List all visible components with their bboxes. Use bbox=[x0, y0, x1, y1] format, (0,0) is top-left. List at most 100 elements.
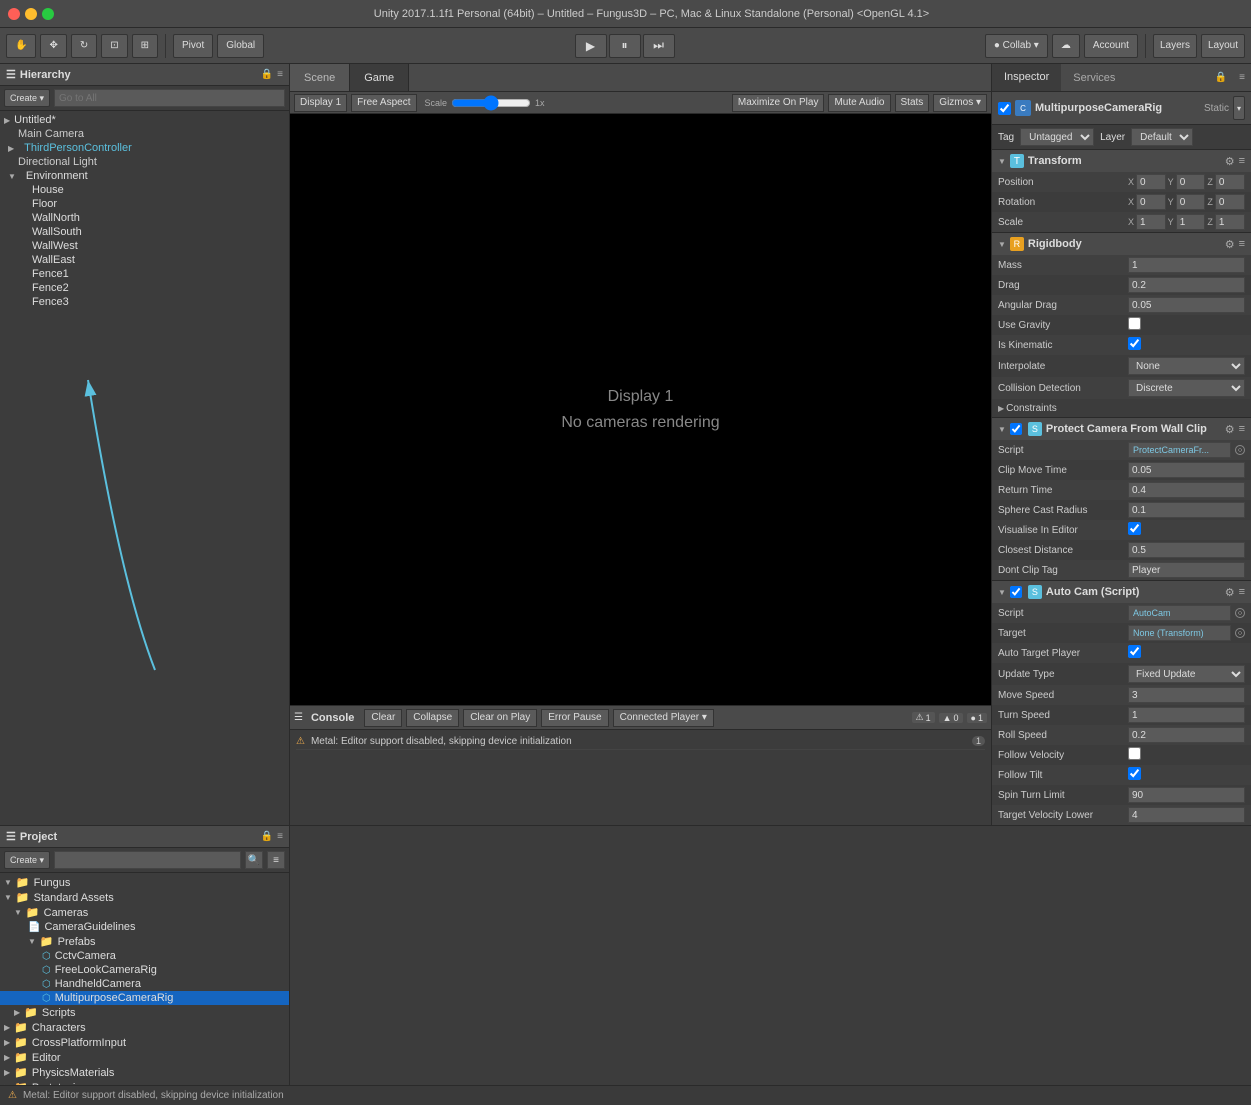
layers-dropdown[interactable]: Layers bbox=[1153, 34, 1197, 58]
project-item-characters[interactable]: ▶ 📁 Characters bbox=[0, 1020, 289, 1035]
pc-settings-icon[interactable]: ⚙ bbox=[1225, 423, 1235, 436]
hierarchy-item-fence2[interactable]: Fence2 bbox=[0, 281, 289, 295]
project-item-cameras[interactable]: ▼ 📁 Cameras bbox=[0, 905, 289, 920]
visualise-editor-checkbox[interactable] bbox=[1128, 522, 1141, 535]
project-lock-button[interactable]: 🔒 bbox=[261, 831, 273, 842]
hierarchy-lock-button[interactable]: 🔒 bbox=[261, 69, 273, 80]
hierarchy-menu-button[interactable]: ≡ bbox=[277, 69, 283, 80]
rigidbody-header[interactable]: ▼ R Rigidbody ⚙ ≡ bbox=[992, 233, 1251, 255]
collab-button[interactable]: ● Collab ▾ bbox=[985, 34, 1048, 58]
project-item-freelook[interactable]: ⬡ FreeLookCameraRig bbox=[0, 963, 289, 977]
console-connected-player-button[interactable]: Connected Player ▾ bbox=[613, 709, 714, 727]
project-options-button[interactable]: ≡ bbox=[267, 851, 285, 869]
scale-slider[interactable] bbox=[451, 98, 531, 108]
rotation-x-input[interactable] bbox=[1136, 194, 1166, 210]
pc-script-circle[interactable]: ○ bbox=[1235, 445, 1245, 455]
position-y-input[interactable] bbox=[1176, 174, 1206, 190]
static-dropdown[interactable]: ▾ bbox=[1233, 96, 1245, 120]
project-menu-button[interactable]: ≡ bbox=[277, 831, 283, 842]
roll-speed-input[interactable] bbox=[1128, 727, 1245, 743]
play-button[interactable]: ▶ bbox=[575, 34, 607, 58]
pivot-button[interactable]: Pivot bbox=[173, 34, 213, 58]
object-enabled-checkbox[interactable] bbox=[998, 102, 1011, 115]
project-item-cctv[interactable]: ⬡ CctvCamera bbox=[0, 949, 289, 963]
hierarchy-search-input[interactable] bbox=[54, 89, 285, 107]
transform-more-icon[interactable]: ≡ bbox=[1239, 155, 1245, 167]
pause-button[interactable]: ⏸ bbox=[609, 34, 641, 58]
spin-turn-limit-input[interactable] bbox=[1128, 787, 1245, 803]
mass-input[interactable] bbox=[1128, 257, 1245, 273]
hierarchy-item-untitled[interactable]: ▶ Untitled* bbox=[0, 113, 289, 127]
tab-game[interactable]: Game bbox=[350, 64, 409, 91]
constraints-row[interactable]: ▶ Constraints bbox=[992, 399, 1251, 417]
console-collapse-button[interactable]: Collapse bbox=[406, 709, 459, 727]
hierarchy-item-wall-north[interactable]: WallNorth bbox=[0, 211, 289, 225]
scale-z-input[interactable] bbox=[1215, 214, 1245, 230]
project-item-handheld[interactable]: ⬡ HandheldCamera bbox=[0, 977, 289, 991]
inspector-menu-button[interactable]: ≡ bbox=[1233, 64, 1251, 91]
tab-scene[interactable]: Scene bbox=[290, 64, 350, 91]
global-button[interactable]: Global bbox=[217, 34, 264, 58]
maximize-on-play-button[interactable]: Maximize On Play bbox=[732, 94, 825, 112]
console-error-pause-button[interactable]: Error Pause bbox=[541, 709, 608, 727]
rect-tool-button[interactable]: ⊞ bbox=[132, 34, 158, 58]
pc-more-icon[interactable]: ≡ bbox=[1239, 423, 1245, 435]
console-clear-on-play-button[interactable]: Clear on Play bbox=[463, 709, 537, 727]
project-item-fungus[interactable]: ▼ 📁 Fungus bbox=[0, 875, 289, 890]
scale-x-input[interactable] bbox=[1136, 214, 1166, 230]
ac-script-circle[interactable]: ○ bbox=[1235, 608, 1245, 618]
project-item-prefabs[interactable]: ▼ 📁 Prefabs bbox=[0, 934, 289, 949]
auto-cam-enabled[interactable] bbox=[1010, 586, 1022, 598]
rotation-y-input[interactable] bbox=[1176, 194, 1206, 210]
scale-tool-button[interactable]: ⊡ bbox=[101, 34, 127, 58]
project-item-physics[interactable]: ▶ 📁 PhysicsMaterials bbox=[0, 1065, 289, 1080]
move-tool-button[interactable]: ✥ bbox=[40, 34, 66, 58]
project-item-prototyping[interactable]: ▶ 📁 Prototyping bbox=[0, 1080, 289, 1085]
position-x-input[interactable] bbox=[1136, 174, 1166, 190]
project-create-button[interactable]: Create ▾ bbox=[4, 851, 50, 869]
hierarchy-item-floor[interactable]: Floor bbox=[0, 197, 289, 211]
project-search-input[interactable] bbox=[54, 851, 241, 869]
hierarchy-item-wall-south[interactable]: WallSouth bbox=[0, 225, 289, 239]
aspect-dropdown[interactable]: Free Aspect bbox=[351, 94, 416, 112]
hierarchy-item-environment[interactable]: ▼ Environment bbox=[0, 169, 289, 183]
follow-velocity-checkbox[interactable] bbox=[1128, 747, 1141, 760]
auto-cam-header[interactable]: ▼ S Auto Cam (Script) ⚙ ≡ bbox=[992, 581, 1251, 603]
layer-dropdown[interactable]: Default bbox=[1131, 128, 1193, 146]
transform-header[interactable]: ▼ T Transform ⚙ ≡ bbox=[992, 150, 1251, 172]
hierarchy-item-house[interactable]: House bbox=[0, 183, 289, 197]
hierarchy-item-dir-light[interactable]: Directional Light bbox=[0, 155, 289, 169]
project-item-cross-platform[interactable]: ▶ 📁 CrossPlatformInput bbox=[0, 1035, 289, 1050]
project-item-editor[interactable]: ▶ 📁 Editor bbox=[0, 1050, 289, 1065]
tab-services[interactable]: Services bbox=[1061, 64, 1127, 91]
account-button[interactable]: Account bbox=[1084, 34, 1138, 58]
stats-button[interactable]: Stats bbox=[895, 94, 930, 112]
rotation-z-input[interactable] bbox=[1215, 194, 1245, 210]
tab-inspector[interactable]: Inspector bbox=[992, 64, 1061, 91]
rb-settings-icon[interactable]: ⚙ bbox=[1225, 238, 1235, 251]
project-item-multipurpose[interactable]: ⬡ MultipurposeCameraRig bbox=[0, 991, 289, 1005]
mute-audio-button[interactable]: Mute Audio bbox=[828, 94, 890, 112]
project-item-scripts[interactable]: ▶ 📁 Scripts bbox=[0, 1005, 289, 1020]
display-dropdown[interactable]: Display 1 bbox=[294, 94, 347, 112]
ac-settings-icon[interactable]: ⚙ bbox=[1225, 586, 1235, 599]
rotate-tool-button[interactable]: ↻ bbox=[71, 34, 97, 58]
move-speed-input[interactable] bbox=[1128, 687, 1245, 703]
return-time-input[interactable] bbox=[1128, 482, 1245, 498]
hierarchy-create-button[interactable]: Create ▾ bbox=[4, 89, 50, 107]
project-item-camera-guidelines[interactable]: 📄 CameraGuidelines bbox=[0, 920, 289, 934]
rb-more-icon[interactable]: ≡ bbox=[1239, 238, 1245, 250]
hierarchy-item-wall-west[interactable]: WallWest bbox=[0, 239, 289, 253]
is-kinematic-checkbox[interactable] bbox=[1128, 337, 1141, 350]
protect-camera-enabled[interactable] bbox=[1010, 423, 1022, 435]
ac-more-icon[interactable]: ≡ bbox=[1239, 586, 1245, 598]
cloud-button[interactable]: ☁ bbox=[1052, 34, 1080, 58]
gizmos-dropdown[interactable]: Gizmos ▾ bbox=[933, 94, 987, 112]
hierarchy-item-wall-east[interactable]: WallEast bbox=[0, 253, 289, 267]
step-button[interactable]: ⏭ bbox=[643, 34, 675, 58]
collision-detection-dropdown[interactable]: Discrete bbox=[1128, 379, 1245, 397]
transform-settings-icon[interactable]: ⚙ bbox=[1225, 155, 1235, 168]
inspector-lock-button[interactable]: 🔒 bbox=[1209, 64, 1233, 91]
hierarchy-item-third-person[interactable]: ▶ ThirdPersonController bbox=[0, 141, 289, 155]
layout-dropdown[interactable]: Layout bbox=[1201, 34, 1245, 58]
